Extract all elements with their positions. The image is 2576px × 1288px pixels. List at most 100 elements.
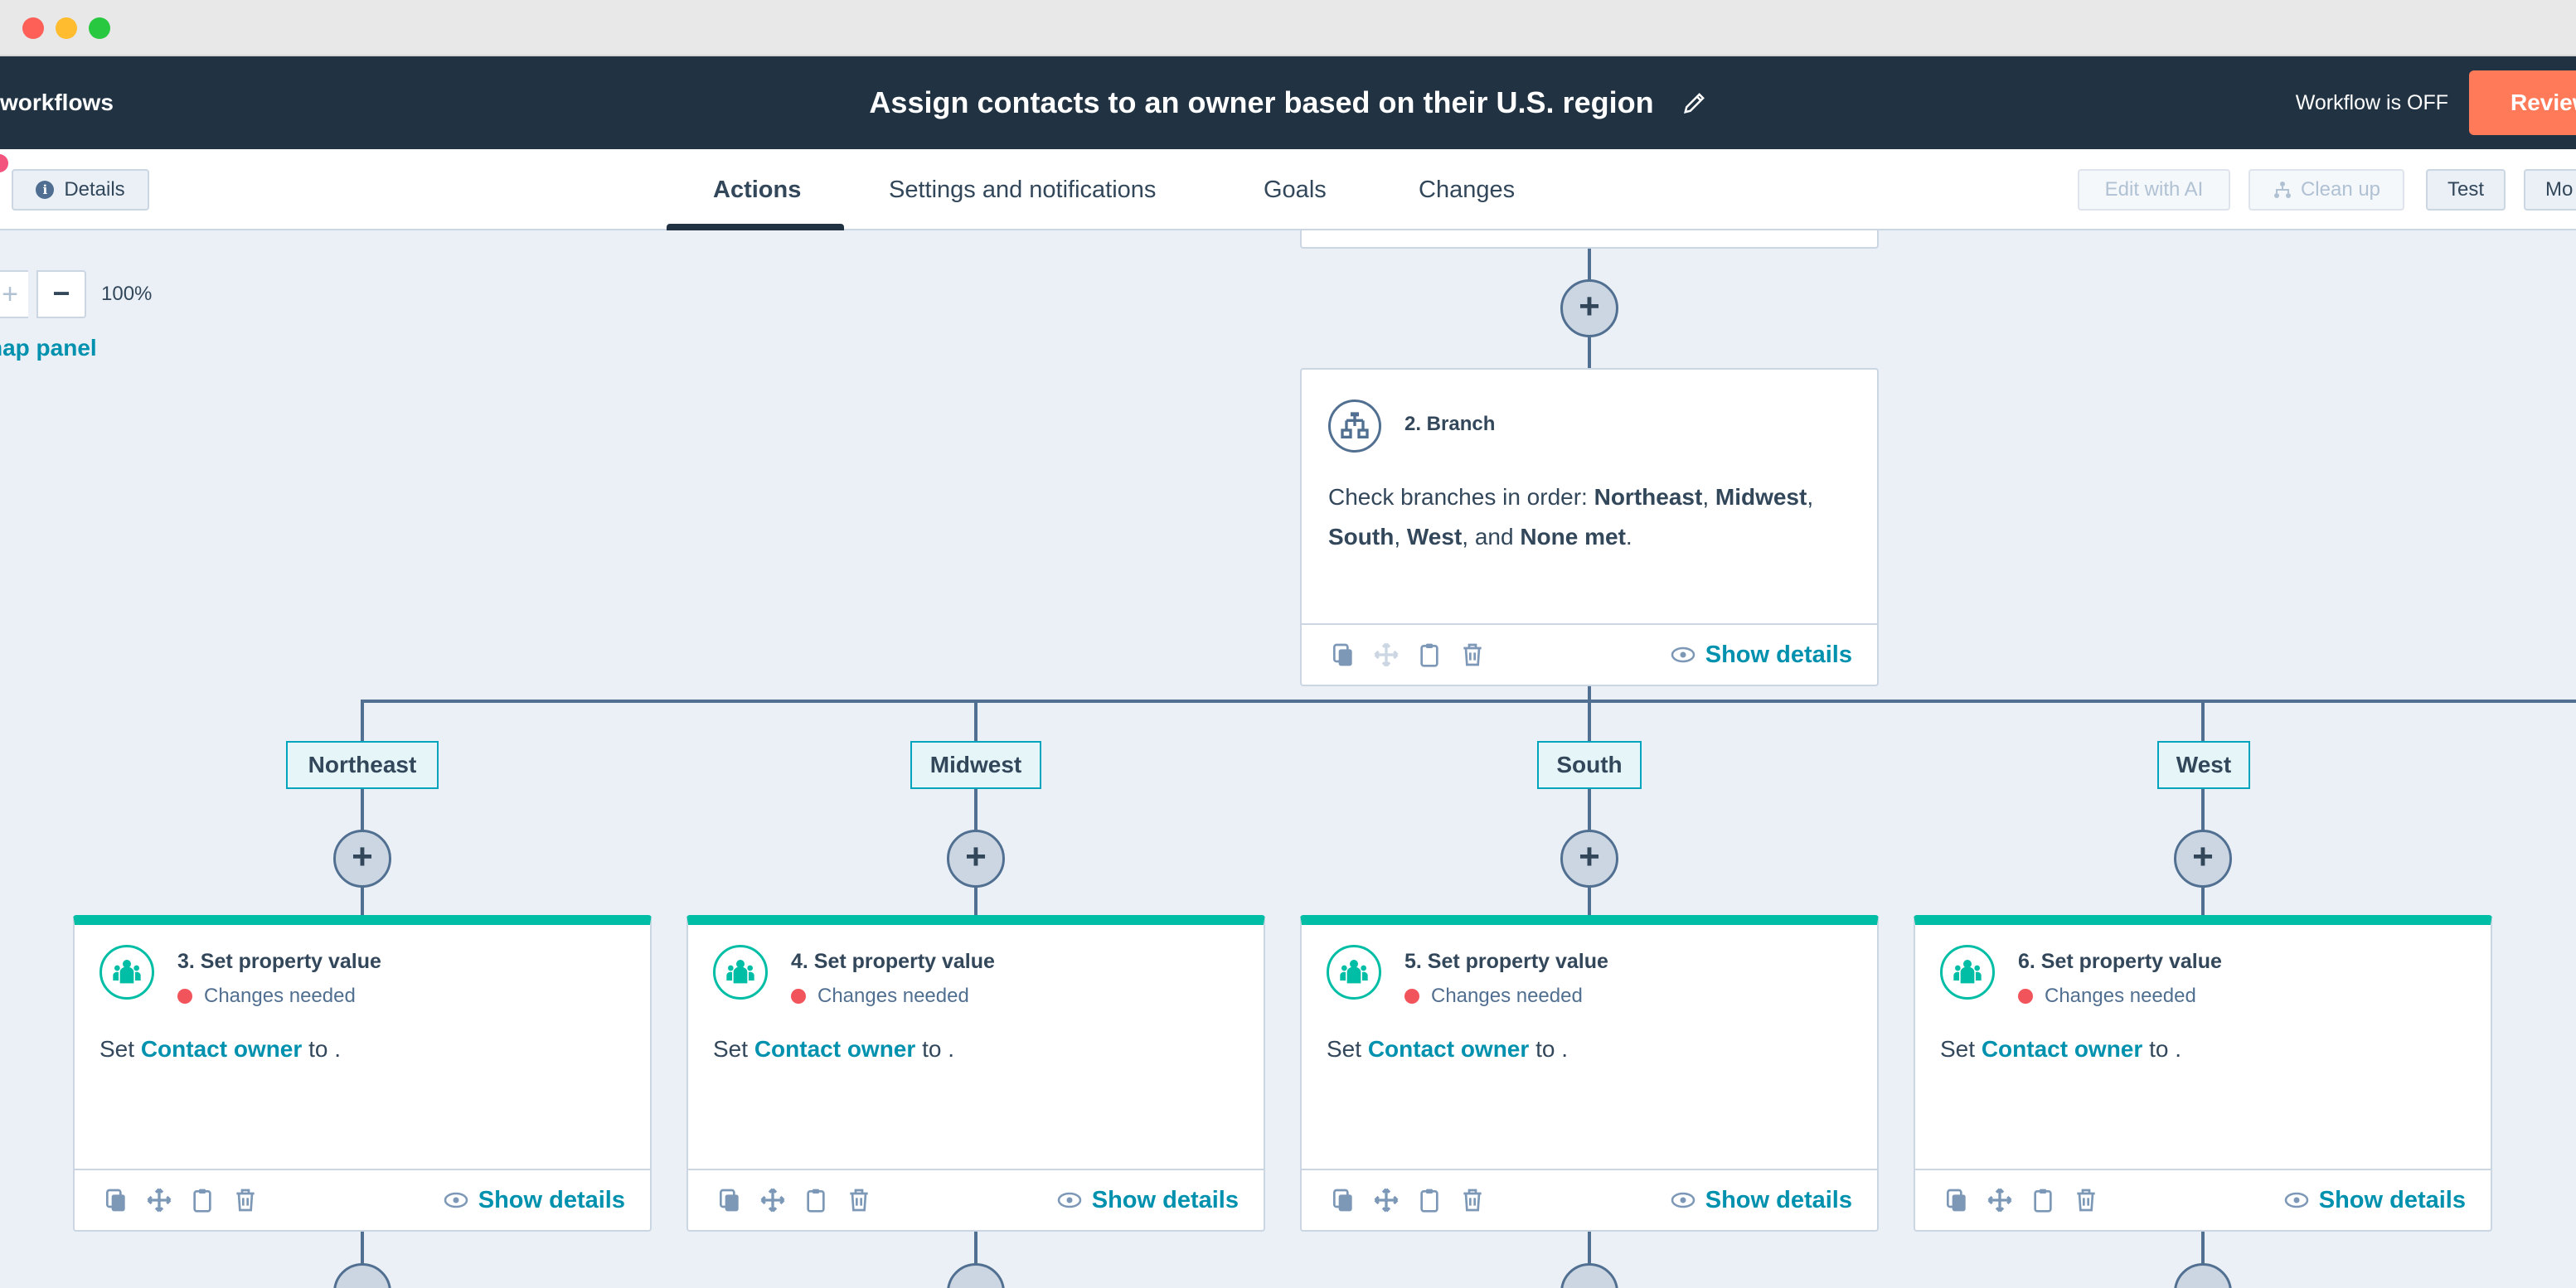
move-icon[interactable] bbox=[1987, 1187, 2013, 1213]
window-chrome bbox=[0, 0, 2576, 56]
contacts-icon bbox=[713, 945, 768, 1000]
add-action-button[interactable]: + bbox=[333, 830, 391, 888]
action-description: Set Contact owner to . bbox=[1940, 1036, 2181, 1062]
details-label: Details bbox=[64, 178, 125, 201]
zoom-level: 100% bbox=[101, 283, 153, 305]
contact-owner-link[interactable]: Contact owner bbox=[141, 1036, 302, 1062]
eye-icon bbox=[444, 1192, 468, 1208]
eye-icon bbox=[2284, 1192, 2308, 1208]
details-button[interactable]: i Details bbox=[12, 169, 149, 211]
action-title: 4. Set property value bbox=[791, 950, 995, 973]
branch-heading: 2. Branch bbox=[1404, 413, 1496, 435]
error-status-dot bbox=[177, 989, 192, 1004]
action-description: Set Contact owner to . bbox=[99, 1036, 341, 1062]
action-status: Changes needed bbox=[2018, 985, 2196, 1008]
show-details-button[interactable]: Show details bbox=[2284, 1170, 2466, 1230]
move-icon[interactable] bbox=[1373, 642, 1400, 668]
close-window-button[interactable] bbox=[22, 17, 44, 39]
add-action-button[interactable]: + bbox=[947, 830, 1005, 888]
add-action-button[interactable]: + bbox=[1560, 279, 1618, 337]
contact-owner-link[interactable]: Contact owner bbox=[754, 1036, 915, 1062]
move-icon[interactable] bbox=[146, 1187, 172, 1213]
workflow-title: Assign contacts to an owner based on the… bbox=[869, 85, 1654, 119]
tab-changes[interactable]: Changes bbox=[1419, 149, 1515, 230]
clean-up-label: Clean up bbox=[2300, 178, 2381, 201]
branch-label-south[interactable]: South bbox=[1537, 741, 1642, 789]
clipboard-icon[interactable] bbox=[803, 1187, 829, 1213]
show-details-button[interactable]: Show details bbox=[444, 1170, 625, 1230]
branch-action-card[interactable]: 2. Branch Check branches in order: North… bbox=[1300, 368, 1879, 686]
minimize-window-button[interactable] bbox=[56, 17, 77, 39]
contact-owner-link[interactable]: Contact owner bbox=[1368, 1036, 1529, 1062]
branch-split-line bbox=[361, 700, 2576, 703]
tab-actions[interactable]: Actions bbox=[713, 149, 801, 230]
edit-with-ai-button[interactable]: Edit with AI bbox=[2078, 169, 2230, 211]
review-button[interactable]: Review bbox=[2469, 70, 2576, 135]
clean-up-button[interactable]: Clean up bbox=[2249, 169, 2404, 211]
contact-owner-link[interactable]: Contact owner bbox=[1982, 1036, 2142, 1062]
workflow-header: workflows Assign contacts to an owner ba… bbox=[0, 56, 2576, 149]
trash-icon[interactable] bbox=[1459, 1187, 1486, 1213]
zoom-out-button[interactable]: − bbox=[36, 270, 86, 318]
edit-title-pencil-icon[interactable] bbox=[1682, 90, 1707, 115]
trash-icon[interactable] bbox=[2073, 1187, 2099, 1213]
clipboard-icon[interactable] bbox=[189, 1187, 216, 1213]
add-action-button[interactable]: + bbox=[2174, 830, 2232, 888]
contacts-icon bbox=[1940, 945, 1995, 1000]
add-action-button[interactable] bbox=[333, 1263, 391, 1288]
trash-icon[interactable] bbox=[846, 1187, 872, 1213]
add-action-button[interactable]: + bbox=[1560, 830, 1618, 888]
contacts-icon bbox=[1327, 945, 1381, 1000]
add-action-button[interactable] bbox=[947, 1263, 1005, 1288]
error-status-dot bbox=[1404, 989, 1419, 1004]
map-panel-link[interactable]: nap panel bbox=[0, 335, 97, 361]
back-to-workflows-link[interactable]: workflows bbox=[0, 56, 114, 149]
show-details-button[interactable]: Show details bbox=[1057, 1170, 1239, 1230]
action-title: 6. Set property value bbox=[2018, 950, 2222, 973]
info-icon: i bbox=[36, 181, 55, 199]
set-property-card[interactable]: 4. Set property value Changes needed Set… bbox=[686, 915, 1265, 1232]
tab-goals[interactable]: Goals bbox=[1264, 149, 1327, 230]
show-details-button[interactable]: Show details bbox=[1671, 625, 1852, 685]
move-icon[interactable] bbox=[1373, 1187, 1400, 1213]
clipboard-icon[interactable] bbox=[1416, 642, 1443, 668]
copy-icon[interactable] bbox=[1943, 1187, 1970, 1213]
action-status: Changes needed bbox=[177, 985, 356, 1008]
show-details-button[interactable]: Show details bbox=[1671, 1170, 1852, 1230]
copy-icon[interactable] bbox=[1330, 642, 1356, 668]
branch-icon bbox=[1328, 399, 1381, 453]
add-action-button[interactable] bbox=[1560, 1263, 1618, 1288]
test-button[interactable]: Test bbox=[2426, 169, 2506, 211]
action-status: Changes needed bbox=[1404, 985, 1583, 1008]
set-property-card[interactable]: 3. Set property value Changes needed Set… bbox=[73, 915, 652, 1232]
more-button[interactable]: Mo bbox=[2524, 169, 2576, 211]
active-tab-indicator bbox=[667, 224, 844, 230]
copy-icon[interactable] bbox=[1330, 1187, 1356, 1213]
copy-icon[interactable] bbox=[103, 1187, 129, 1213]
clipboard-icon[interactable] bbox=[2030, 1187, 2056, 1213]
maximize-window-button[interactable] bbox=[89, 17, 110, 39]
add-action-button[interactable] bbox=[2174, 1263, 2232, 1288]
set-property-card[interactable]: 6. Set property value Changes needed Set… bbox=[1914, 915, 2492, 1232]
show-details-label: Show details bbox=[1705, 641, 1852, 668]
move-icon[interactable] bbox=[759, 1187, 786, 1213]
action-description: Set Contact owner to . bbox=[713, 1036, 954, 1062]
action-title: 5. Set property value bbox=[1404, 950, 1608, 973]
workflow-status: Workflow is OFF bbox=[2295, 91, 2448, 114]
zoom-in-button[interactable]: + bbox=[0, 270, 28, 318]
error-status-dot bbox=[2018, 989, 2033, 1004]
branch-label-northeast[interactable]: Northeast bbox=[286, 741, 439, 789]
branch-label-midwest[interactable]: Midwest bbox=[910, 741, 1041, 789]
action-status: Changes needed bbox=[791, 985, 969, 1008]
branch-description: Check branches in order: Northeast, Midw… bbox=[1328, 484, 1814, 550]
trash-icon[interactable] bbox=[232, 1187, 259, 1213]
copy-icon[interactable] bbox=[716, 1187, 743, 1213]
clipboard-icon[interactable] bbox=[1416, 1187, 1443, 1213]
branch-label-west[interactable]: West bbox=[2157, 741, 2250, 789]
action-card-footer: Show details bbox=[1915, 1169, 2491, 1230]
set-property-card[interactable]: 5. Set property value Changes needed Set… bbox=[1300, 915, 1879, 1232]
action-card-footer: Show details bbox=[1302, 1169, 1877, 1230]
trash-icon[interactable] bbox=[1459, 642, 1486, 668]
tab-settings-and-notifications[interactable]: Settings and notifications bbox=[889, 149, 1156, 230]
previous-action-card[interactable] bbox=[1300, 230, 1879, 249]
